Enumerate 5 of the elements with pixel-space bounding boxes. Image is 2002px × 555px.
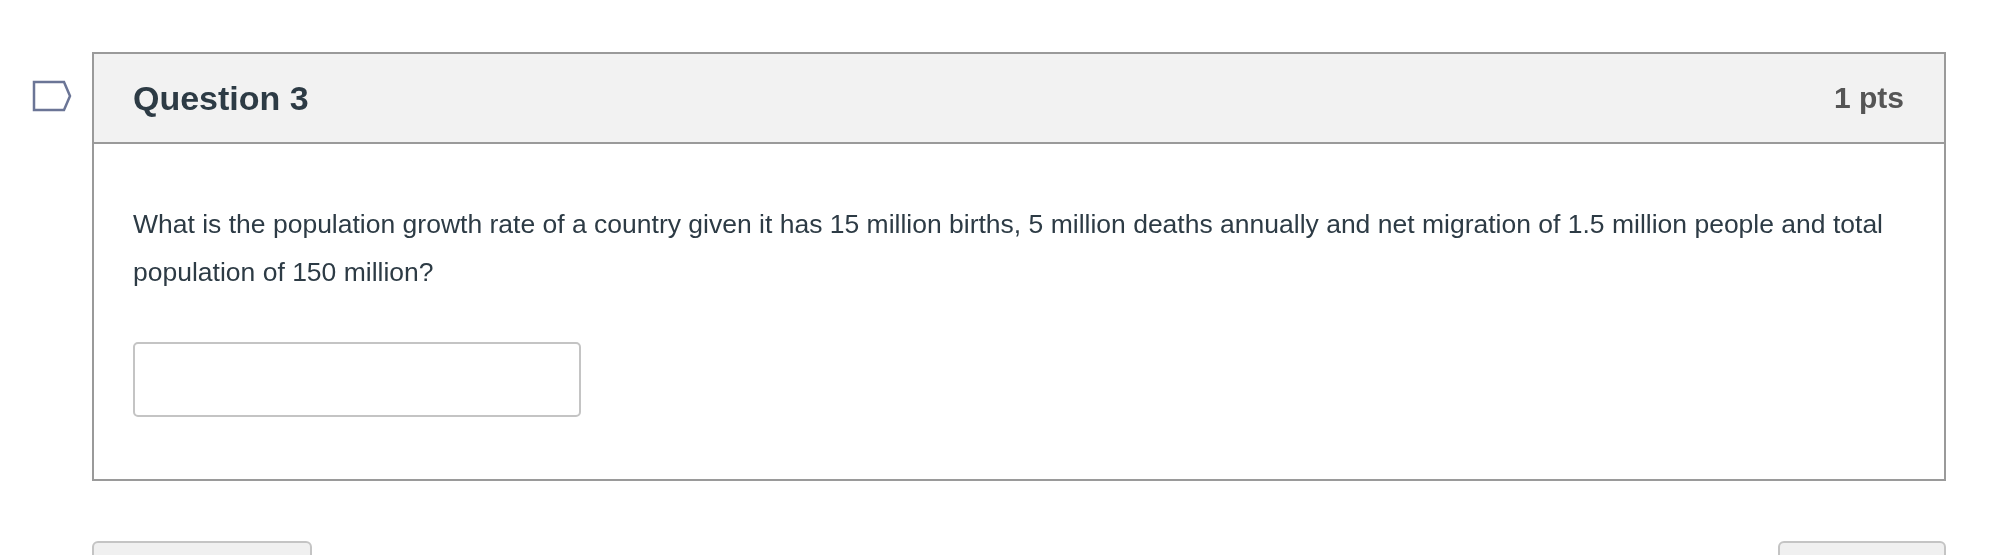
answer-field[interactable] <box>133 342 581 417</box>
points-label: 1 pts <box>1833 81 1904 115</box>
bookmark-icon[interactable] <box>32 80 72 112</box>
question-title: Question 3 <box>133 78 309 118</box>
question-text: What is the population growth rate of a country given it has 15 million births, 5 million deaths annually and net migration of 1.5 million people and total population of 150 million? <box>133 208 1884 289</box>
